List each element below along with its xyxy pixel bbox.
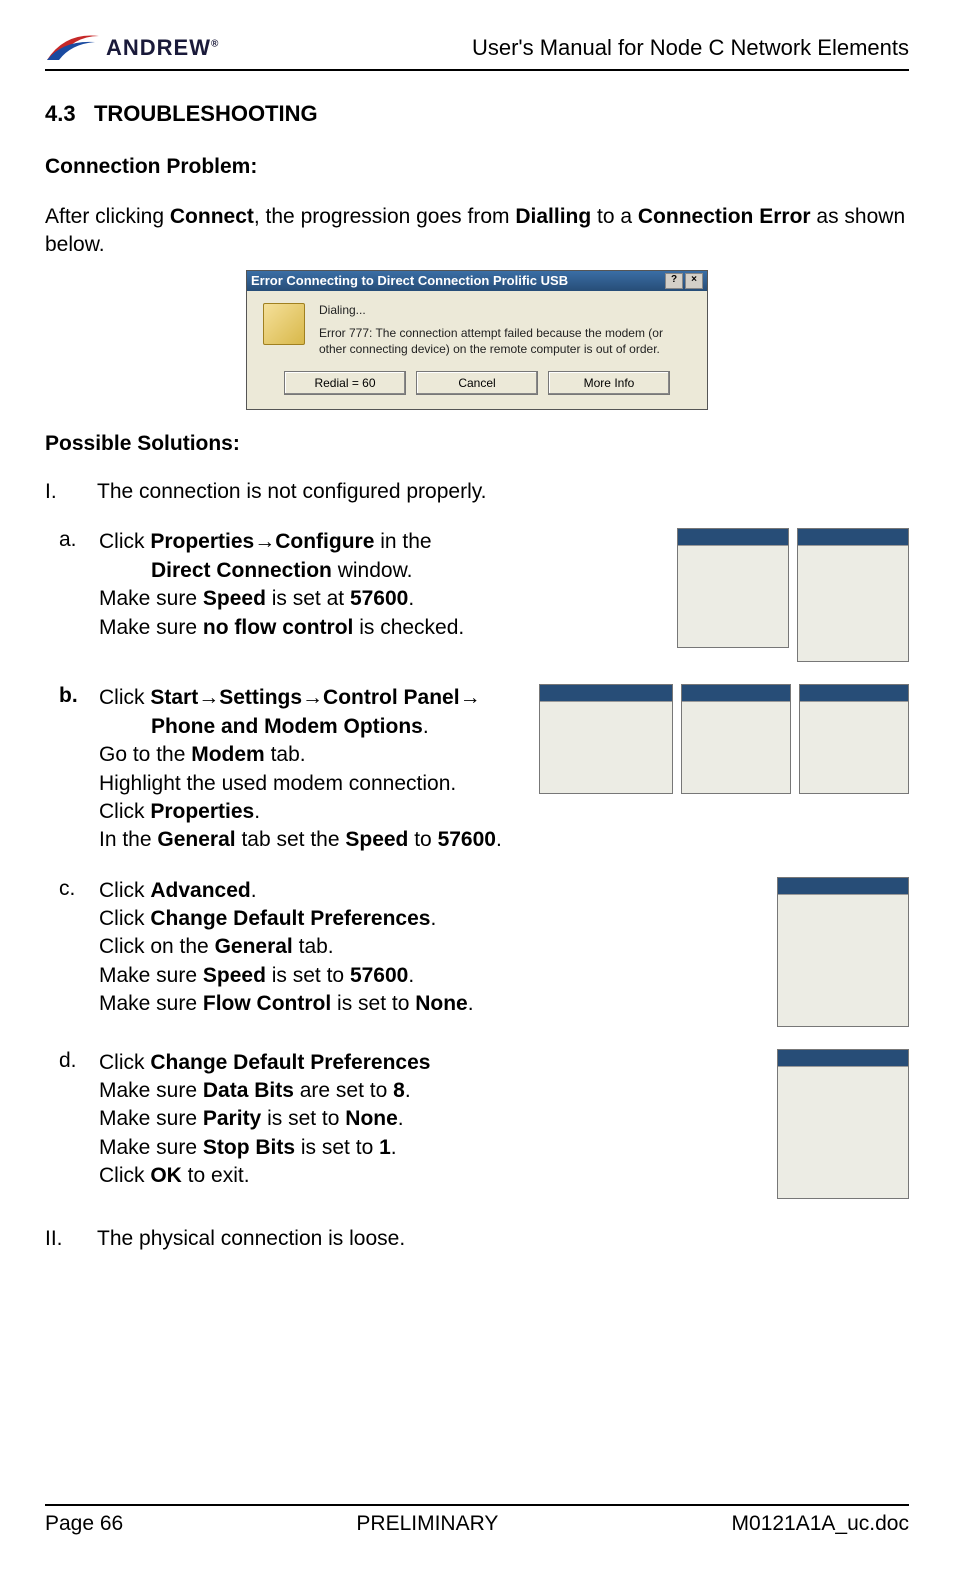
footer-docname: M0121A1A_uc.doc [732, 1512, 909, 1536]
dialog-title-text: Error Connecting to Direct Connection Pr… [251, 273, 568, 288]
solution-II: II. The physical connection is loose. [45, 1227, 909, 1251]
section-heading: 4.3 TROUBLESHOOTING [45, 101, 909, 127]
screenshot-thumb [797, 528, 909, 662]
intro-paragraph: After clicking Connect, the progression … [45, 203, 909, 260]
footer-status: PRELIMINARY [356, 1512, 498, 1536]
screenshot-thumb [799, 684, 909, 794]
dialog-titlebar: Error Connecting to Direct Connection Pr… [247, 271, 707, 291]
solutions-heading: Possible Solutions: [45, 432, 909, 456]
modem-icon [263, 303, 305, 345]
dialog-help-button[interactable]: ? [665, 273, 683, 289]
page-header: ANDREW® User's Manual for Node C Network… [45, 30, 909, 71]
step-b: b. Click Start→Settings→Control Panel→ P… [45, 684, 909, 854]
logo-text: ANDREW® [106, 35, 219, 61]
brand-logo: ANDREW® [45, 30, 219, 65]
dialog-status: Dialing... [319, 303, 691, 319]
logo-swoosh-icon [45, 30, 100, 65]
dialog-error-message: Error 777: The connection attempt failed… [319, 326, 691, 357]
step-c: c. Click Advanced. Click Change Default … [45, 877, 909, 1027]
step-a: a. Click Properties→Configure in the Dir… [45, 528, 909, 662]
solution-I: I. The connection is not configured prop… [45, 480, 909, 504]
step-d: d. Click Change Default Preferences Make… [45, 1049, 909, 1199]
document-title: User's Manual for Node C Network Element… [472, 35, 909, 61]
screenshot-thumb [777, 877, 909, 1027]
dialog-close-button[interactable]: × [685, 273, 703, 289]
redial-button[interactable]: Redial = 60 [284, 371, 406, 395]
page-footer: Page 66 PRELIMINARY M0121A1A_uc.doc [45, 1504, 909, 1536]
screenshot-thumb [539, 684, 673, 794]
more-info-button[interactable]: More Info [548, 371, 670, 395]
cancel-button[interactable]: Cancel [416, 371, 538, 395]
footer-page: Page 66 [45, 1512, 123, 1536]
screenshot-thumb [777, 1049, 909, 1199]
screenshot-thumb [681, 684, 791, 794]
connection-problem-heading: Connection Problem: [45, 155, 909, 179]
screenshot-thumb [677, 528, 789, 648]
error-dialog: Error Connecting to Direct Connection Pr… [246, 270, 708, 411]
